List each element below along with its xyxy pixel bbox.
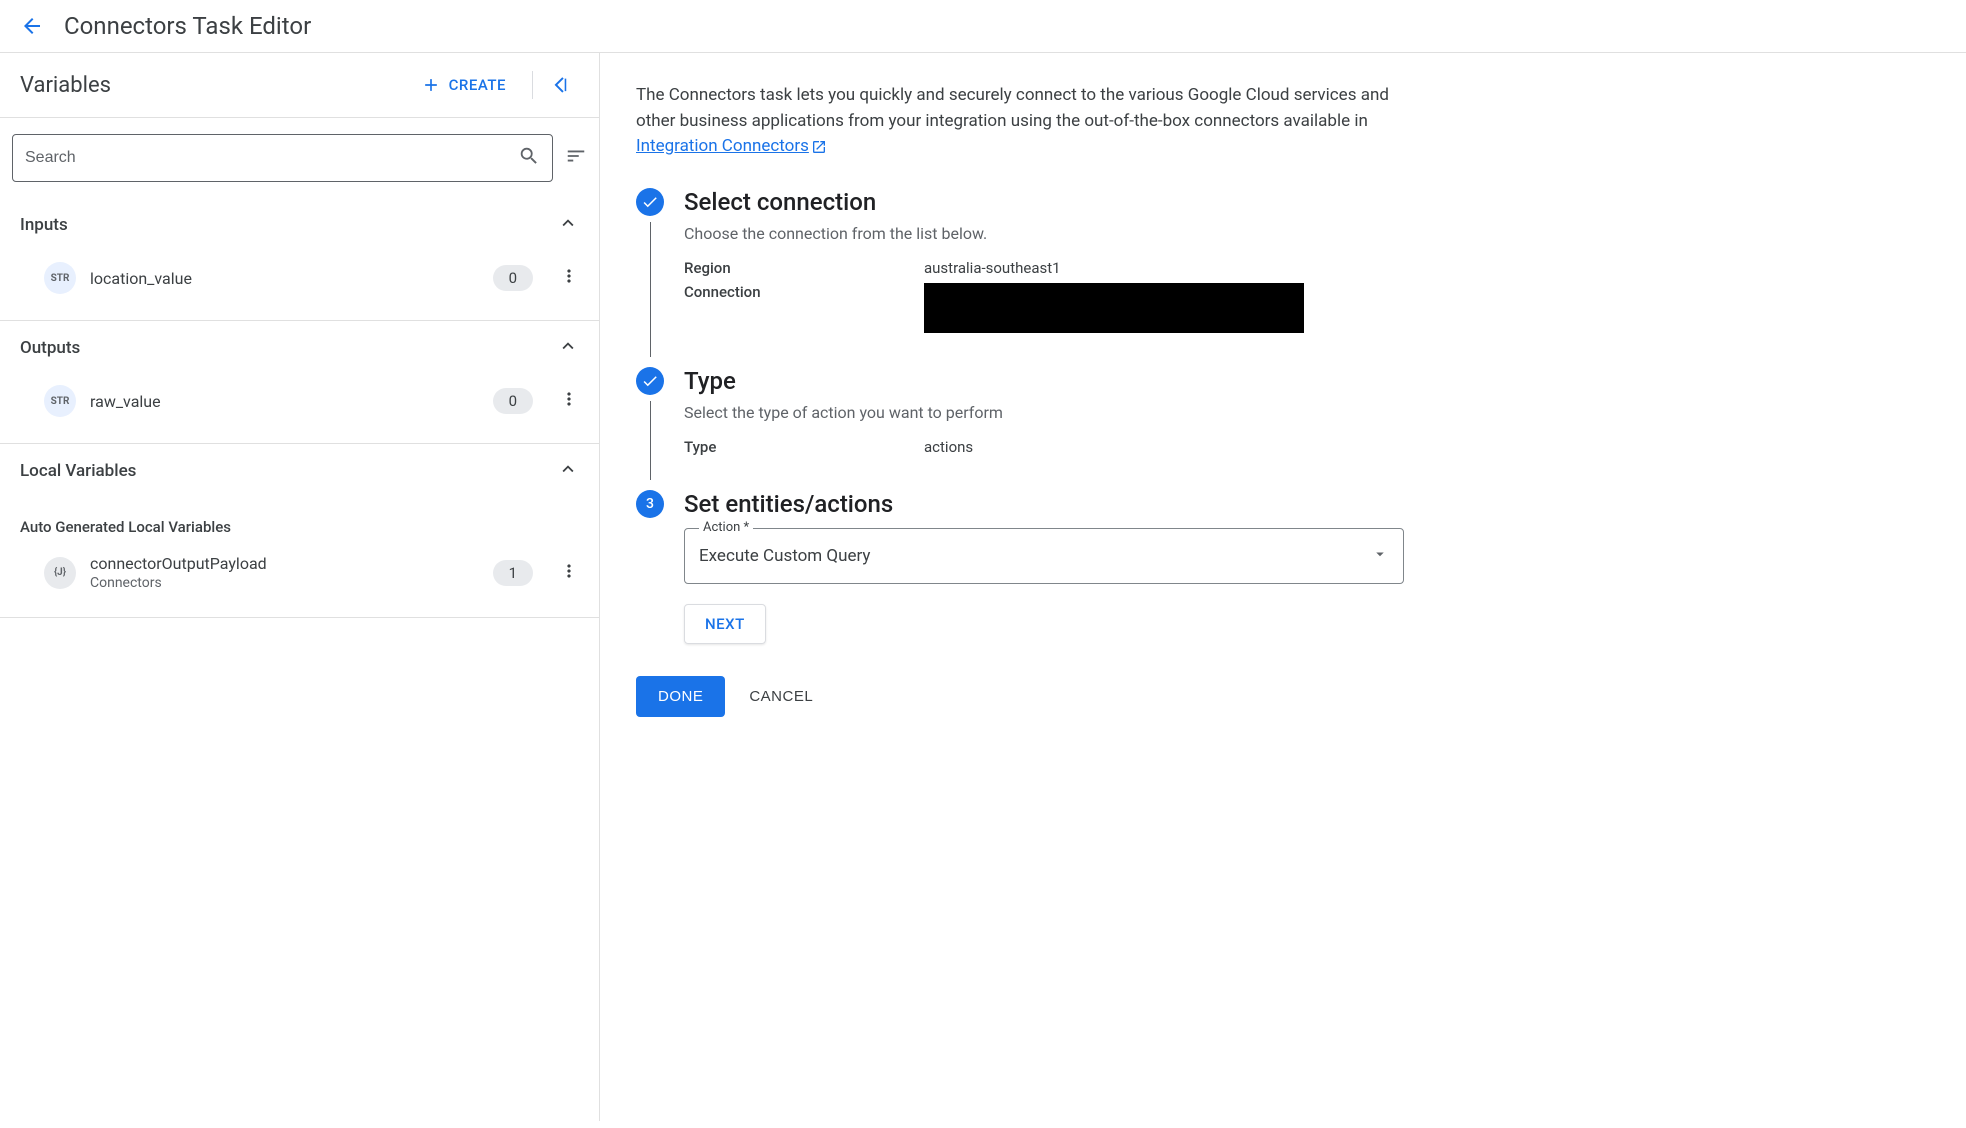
outputs-list: STR raw_value 0 [0,375,599,444]
step-set-entities: 3 Set entities/actions Action * Execute … [636,490,1930,668]
variable-name: connectorOutputPayload [90,554,479,573]
chevron-up-icon [557,212,579,238]
search-box[interactable] [12,134,553,182]
config-panel: The Connectors task lets you quickly and… [600,53,1966,1121]
step1-title: Select connection [684,188,1930,216]
search-icon [518,145,540,171]
page-title: Connectors Task Editor [64,12,311,40]
inputs-section-header[interactable]: Inputs [0,198,599,252]
step-type: Type Select the type of action you want … [636,367,1930,486]
step-connector-line [650,222,651,357]
connection-label: Connection [684,283,924,333]
chevron-up-icon [557,458,579,484]
count-badge: 0 [493,265,533,291]
inputs-title: Inputs [20,215,68,235]
collapse-panel-icon[interactable] [549,70,579,100]
connection-value-redacted [924,283,1304,333]
type-badge-str: STR [44,385,76,417]
done-button[interactable]: DONE [636,676,725,717]
variable-subtitle: Connectors [90,575,479,591]
next-button[interactable]: NEXT [684,604,766,644]
search-input[interactable] [25,149,518,167]
step-check-icon [636,367,664,395]
variable-item[interactable]: STR raw_value 0 [0,375,599,427]
integration-connectors-link[interactable]: Integration Connectors [636,136,827,156]
auto-gen-subtitle: Auto Generated Local Variables [0,498,599,544]
divider [532,71,533,99]
create-label: CREATE [449,76,506,94]
outputs-title: Outputs [20,338,80,358]
step1-desc: Choose the connection from the list belo… [684,224,1930,243]
cancel-button[interactable]: CANCEL [749,688,813,705]
more-icon[interactable] [559,561,579,585]
step-number-icon: 3 [636,490,664,518]
step-connector-line [650,401,651,480]
filter-icon[interactable] [565,145,587,171]
type-badge-str: STR [44,262,76,294]
type-label: Type [684,438,924,456]
localvars-list: {J} connectorOutputPayload Connectors 1 [0,544,599,618]
intro-text: The Connectors task lets you quickly and… [636,83,1416,160]
count-badge: 1 [493,560,533,586]
external-link-icon [811,139,827,155]
step-check-icon [636,188,664,216]
variable-item[interactable]: STR location_value 0 [0,252,599,304]
count-badge: 0 [493,388,533,414]
localvars-section-header[interactable]: Local Variables [0,444,599,498]
step2-title: Type [684,367,1930,395]
region-label: Region [684,259,924,277]
action-label: Action * [699,520,753,535]
header: Connectors Task Editor [0,0,1966,53]
step3-title: Set entities/actions [684,490,1930,518]
type-badge-json: {J} [44,557,76,589]
back-arrow-icon[interactable] [20,14,44,38]
step-select-connection: Select connection Choose the connection … [636,188,1930,363]
action-value: Execute Custom Query [699,546,870,566]
inputs-list: STR location_value 0 [0,252,599,321]
variables-panel: Variables CREATE [0,53,600,1121]
step2-desc: Select the type of action you want to pe… [684,403,1930,422]
more-icon[interactable] [559,266,579,290]
type-value: actions [924,438,973,456]
variable-name: location_value [90,269,479,288]
variables-title: Variables [20,73,111,98]
variable-item[interactable]: {J} connectorOutputPayload Connectors 1 [0,544,599,601]
create-button[interactable]: CREATE [411,69,516,101]
dropdown-icon [1371,545,1389,567]
action-select[interactable]: Action * Execute Custom Query [684,528,1404,584]
variable-name: raw_value [90,392,479,411]
localvars-title: Local Variables [20,461,136,481]
outputs-section-header[interactable]: Outputs [0,321,599,375]
chevron-up-icon [557,335,579,361]
more-icon[interactable] [559,389,579,413]
region-value: australia-southeast1 [924,259,1061,277]
